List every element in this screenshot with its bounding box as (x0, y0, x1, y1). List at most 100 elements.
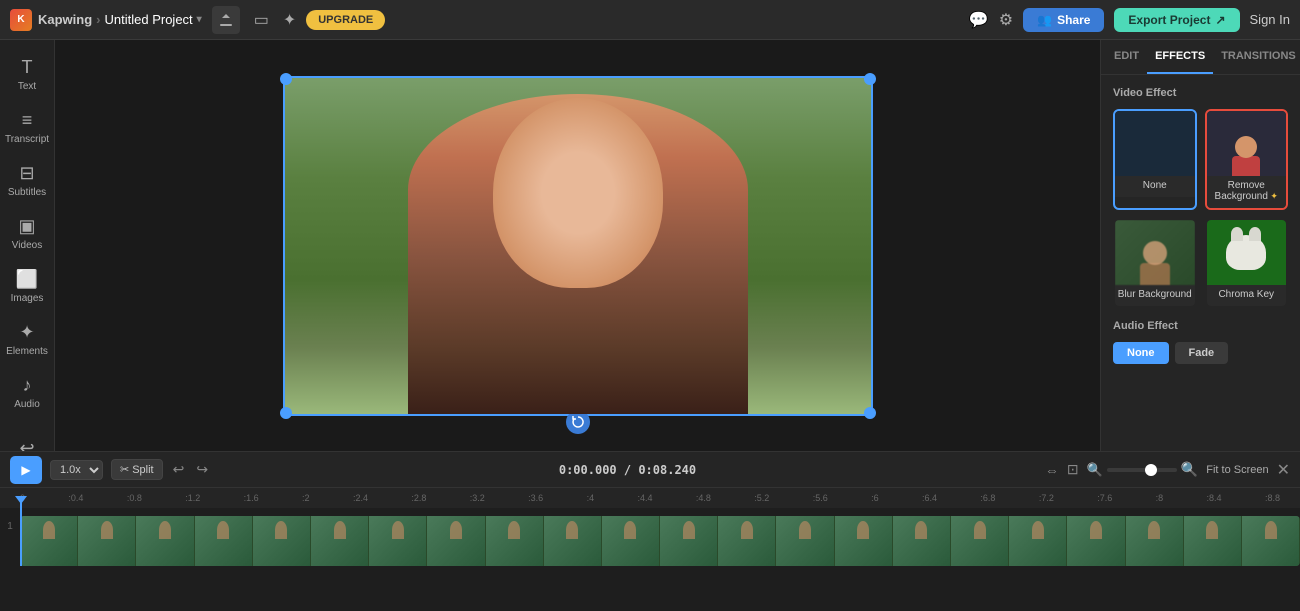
tab-effects[interactable]: EFFECTS (1147, 40, 1213, 74)
project-title[interactable]: Untitled Project (105, 12, 193, 27)
play-button[interactable]: ▶ (10, 456, 42, 484)
speed-selector[interactable]: 1.0x 0.5x 1.5x 2.0x (50, 460, 103, 480)
frame-thumb (1184, 516, 1242, 566)
effect-blur-bg[interactable]: Blur Background (1113, 218, 1197, 308)
audio-fade-button[interactable]: Fade (1175, 342, 1229, 364)
playhead[interactable] (20, 496, 22, 566)
frame-thumb (1067, 516, 1125, 566)
remove-bg-head (1235, 136, 1257, 158)
project-title-chevron[interactable]: ▾ (197, 14, 202, 25)
tab-transitions[interactable]: TRANSITIONS (1213, 40, 1300, 74)
effect-chroma-key[interactable]: Chroma Key (1205, 218, 1289, 308)
sidebar-item-text[interactable]: T Text (2, 50, 52, 99)
scissors-icon: ✂ (120, 463, 129, 476)
link-icon[interactable]: ⇔ (1045, 462, 1059, 478)
frame-thumb (544, 516, 602, 566)
brightness-icon[interactable]: ✦ (283, 10, 296, 30)
redo-button[interactable]: ↪ (194, 459, 210, 480)
ruler-mark: :0.4 (68, 493, 83, 503)
chroma-dog (1226, 235, 1266, 270)
effect-blur-bg-thumb (1115, 220, 1195, 285)
video-track[interactable] (20, 516, 1300, 566)
sidebar-item-audio-label: Audio (14, 399, 40, 410)
sidebar-item-videos[interactable]: ▣ Videos (2, 209, 52, 258)
handle-top-right[interactable] (864, 73, 876, 85)
effect-chroma-key-thumb (1207, 220, 1287, 285)
frame-thumb (427, 516, 485, 566)
export-label: Export Project (1128, 13, 1210, 27)
timeline-controls: ▶ 1.0x 0.5x 1.5x 2.0x ✂ Split ↩ ↪ 0:00.0… (0, 452, 1300, 488)
frame-thumb (253, 516, 311, 566)
sidebar-item-images-label: Images (11, 293, 44, 304)
audio-effect-buttons: None Fade (1113, 342, 1288, 364)
main-area: T Text ≡ Transcript ⊟ Subtitles ▣ Videos… (0, 40, 1300, 451)
undo-button[interactable]: ↩ (171, 459, 187, 480)
ruler-mark: :8.8 (1265, 493, 1280, 503)
sidebar-item-elements[interactable]: ✦ Elements (2, 315, 52, 364)
close-timeline-button[interactable]: ✕ (1277, 460, 1290, 480)
screen-icon[interactable]: ▭ (254, 10, 269, 30)
comment-icon[interactable]: 💬 (969, 10, 989, 30)
breadcrumb: Kapwing › Untitled Project ▾ (38, 12, 202, 27)
split-button[interactable]: ✂ Split (111, 459, 163, 480)
frame-thumb (951, 516, 1009, 566)
effect-remove-bg[interactable]: Remove Background ✦ (1205, 109, 1289, 210)
sidebar-item-videos-label: Videos (12, 240, 42, 251)
ruler-mark: :8 (1156, 493, 1164, 503)
audio-effect-section: Audio Effect None Fade (1101, 320, 1300, 376)
videos-icon: ▣ (18, 216, 35, 237)
undo-sidebar-button[interactable]: ↩ (2, 431, 52, 451)
sidebar-item-images[interactable]: ⬜ Images (2, 262, 52, 311)
sidebar-item-audio[interactable]: ♪ Audio (2, 368, 52, 417)
frame-thumb (776, 516, 834, 566)
sidebar-item-transcript[interactable]: ≡ Transcript (2, 103, 52, 152)
ruler-mark: :4.8 (696, 493, 711, 503)
ruler-mark: :6.4 (922, 493, 937, 503)
canvas-area: • • • (55, 40, 1100, 451)
zoom-thumb[interactable] (1145, 464, 1157, 476)
handle-bottom-left[interactable] (280, 407, 292, 419)
logo-area: K Kapwing › Untitled Project ▾ (10, 9, 202, 31)
current-time: 0:00.000 (559, 463, 617, 477)
export-button[interactable]: Export Project ↗ (1114, 8, 1239, 32)
ruler-mark: :1.2 (185, 493, 200, 503)
frame-thumb (78, 516, 136, 566)
handle-bottom-right[interactable] (864, 407, 876, 419)
upgrade-button[interactable]: UPGRADE (306, 10, 385, 30)
zoom-slider[interactable] (1107, 468, 1177, 472)
topbar-left-icons: ▭ ✦ (212, 6, 297, 34)
text-icon: T (22, 57, 33, 78)
effects-grid: None Remove Background ✦ (1113, 109, 1288, 308)
sparkle-icon: ✦ (1268, 191, 1278, 201)
frame-thumb (1009, 516, 1067, 566)
ruler-mark: :8.4 (1207, 493, 1222, 503)
video-person-head (493, 98, 663, 288)
ruler-mark: :0.8 (127, 493, 142, 503)
effect-none[interactable]: None (1113, 109, 1197, 210)
upload-button[interactable] (212, 6, 240, 34)
tab-edit[interactable]: EDIT (1106, 40, 1147, 74)
frame-thumb (835, 516, 893, 566)
signin-button[interactable]: Sign In (1250, 12, 1290, 27)
timeline-area: ▶ 1.0x 0.5x 1.5x 2.0x ✂ Split ↩ ↪ 0:00.0… (0, 451, 1300, 611)
app-logo: K (10, 9, 32, 31)
elements-icon: ✦ (19, 322, 34, 343)
brand-name: Kapwing (38, 12, 92, 27)
fit-screen-button[interactable]: Fit to Screen (1206, 464, 1268, 476)
effect-remove-bg-label: Remove Background ✦ (1207, 176, 1287, 208)
share-button[interactable]: 👥 Share (1023, 8, 1104, 32)
video-canvas[interactable]: • • • (283, 76, 873, 416)
video-effect-section: Video Effect None Remove Backgro (1101, 75, 1300, 320)
remove-bg-shirt (1232, 156, 1260, 176)
sidebar-item-text-label: Text (18, 81, 36, 92)
sidebar-item-subtitles[interactable]: ⊟ Subtitles (2, 156, 52, 205)
handle-top-left[interactable] (280, 73, 292, 85)
audio-none-button[interactable]: None (1113, 342, 1169, 364)
share-icon: 👥 (1037, 13, 1052, 27)
ruler-mark: :4.4 (637, 493, 652, 503)
settings-icon[interactable]: ⚙ (999, 10, 1013, 30)
video-effect-title: Video Effect (1113, 87, 1288, 99)
total-time: 0:08.240 (638, 463, 696, 477)
fit-icon[interactable]: ⊡ (1067, 461, 1079, 478)
track-label: 1 (0, 516, 20, 532)
